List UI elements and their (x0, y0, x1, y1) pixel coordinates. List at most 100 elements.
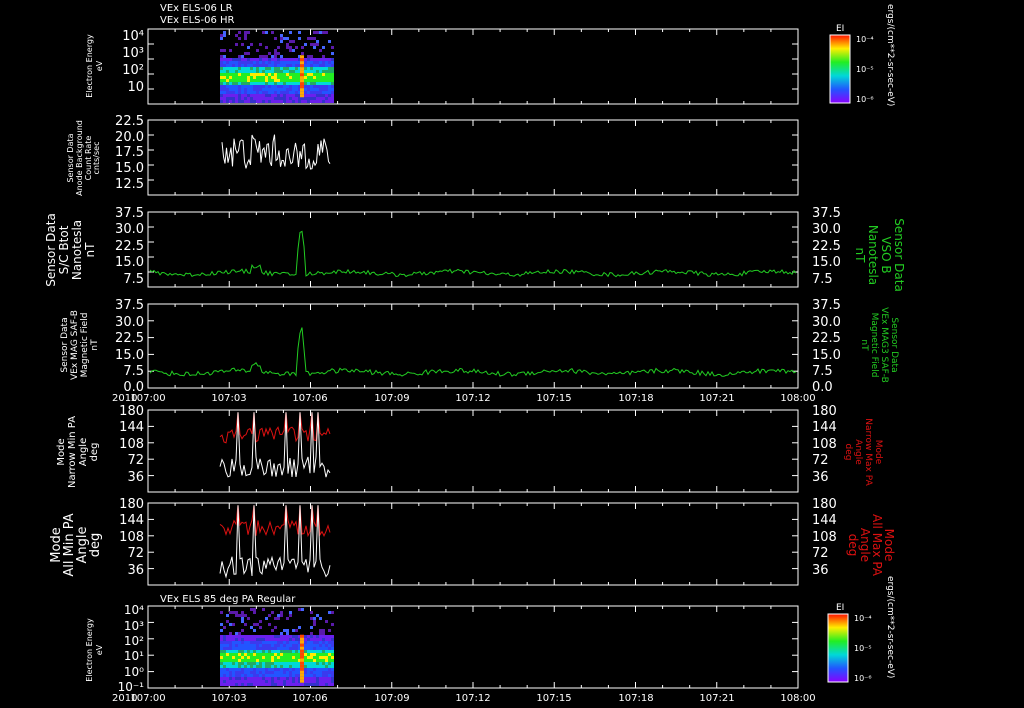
spectrogram-cell (220, 61, 223, 64)
spectrogram-cell (241, 614, 244, 617)
spectrogram-cell (280, 76, 283, 79)
spectrogram-cell (265, 82, 268, 85)
ylabel-line: Mode (873, 440, 883, 465)
spectrogram-cell (235, 64, 238, 67)
ylabel-line: Nanotesla (70, 220, 84, 280)
spectrogram-cell (253, 611, 256, 614)
panel-5-yaxis-right: 180 144 108 72 36 (812, 404, 837, 485)
spectrogram-cell (292, 641, 295, 644)
spectrogram-cell (244, 82, 247, 85)
spectrogram-cell (295, 76, 298, 79)
spectrogram-cell (244, 680, 247, 683)
spectrogram-cell (319, 674, 322, 677)
spectrogram-cell (277, 680, 280, 683)
spectrogram-cell (247, 82, 250, 85)
spectrogram-cell (307, 64, 310, 67)
spectrogram-cell (328, 665, 331, 668)
spectrogram-cell (256, 656, 259, 659)
spectrogram-cell (238, 644, 241, 647)
colorbar-tick: 10⁻⁴ (856, 35, 874, 44)
spectrogram-cell (310, 76, 313, 79)
spectrogram-cell (271, 91, 274, 94)
colorbar-tick: 10⁻⁵ (854, 644, 872, 653)
spectrogram-cell (220, 55, 223, 58)
spectrogram-cell (256, 73, 259, 76)
spectrogram-cell (256, 644, 259, 647)
spectrogram-cell (301, 97, 304, 100)
spectrogram-cell (247, 665, 250, 668)
panel-6-ylabel-right: Mode All Max PA Angle deg (846, 514, 896, 577)
spectrogram-cell (271, 680, 274, 683)
spectrogram-cell (253, 680, 256, 683)
spectrogram-cell (238, 650, 241, 653)
spectrogram-cell (286, 641, 289, 644)
spectrogram-cell (328, 653, 331, 656)
spectrogram-cell (313, 91, 316, 94)
spectrogram-cell (328, 644, 331, 647)
ylabel-line: nT (83, 242, 97, 258)
spectrogram-cell (265, 55, 268, 58)
spectrogram-cell (271, 64, 274, 67)
magnetic-field-trace (149, 230, 797, 278)
spectrogram-cell (271, 635, 274, 638)
spectrogram-cell (286, 668, 289, 671)
time-axis-top: 2010 107:00 107:03 107:06 107:09 107:12 … (112, 393, 816, 404)
spectrogram-cell (241, 91, 244, 94)
spectrogram-cell (256, 70, 259, 73)
spectrogram-cell (271, 67, 274, 70)
spectrogram-cell (310, 70, 313, 73)
spectrogram-cell (316, 674, 319, 677)
spectrogram-cell (307, 100, 310, 103)
panel-5-ylabel: Mode Narrow Min PA Angle deg (56, 416, 100, 488)
spectrogram-cell (283, 79, 286, 82)
spectrogram-cell (301, 46, 304, 49)
spectrogram-cell (268, 635, 271, 638)
y-tick: 72 (812, 546, 829, 561)
spectrogram-cell (292, 629, 295, 632)
spectrogram-cell (316, 73, 319, 76)
spectrogram-cell (250, 662, 253, 665)
panel-2-frame (147, 119, 799, 196)
spectrogram-cell (295, 659, 298, 662)
spectrogram-cell (277, 85, 280, 88)
spectrogram-cell (286, 638, 289, 641)
spectrogram-cell (289, 659, 292, 662)
spectrogram-cell (223, 626, 226, 629)
spectrogram-cell (259, 73, 262, 76)
spectrogram-cell (292, 677, 295, 680)
spectrogram-cell (277, 82, 280, 85)
spectrogram-cell (289, 680, 292, 683)
spectrogram-cell (220, 683, 223, 686)
spectrogram-cell (268, 644, 271, 647)
spectrogram-cell (316, 67, 319, 70)
spectrogram-cell (322, 94, 325, 97)
spectrogram-cell (220, 653, 223, 656)
spectrogram-cell (223, 644, 226, 647)
spectrogram-cell (280, 677, 283, 680)
spectrogram-cell (286, 88, 289, 91)
spectrogram-cell (292, 94, 295, 97)
spectrogram-cell (232, 644, 235, 647)
spectrogram-cell (259, 683, 262, 686)
spectrogram-cell (250, 644, 253, 647)
y-tick: 7.5 (123, 272, 144, 287)
spectrogram-cell (286, 650, 289, 653)
spectrogram-cell (325, 653, 328, 656)
spectrogram-cell (313, 88, 316, 91)
spectrogram-cell (235, 43, 238, 46)
spectrogram-cell (238, 659, 241, 662)
spectrogram-cell (256, 647, 259, 650)
spectrogram-cell (235, 641, 238, 644)
spectrogram-cell (289, 638, 292, 641)
colorbar-units-top: ergs/(cm**2-sr-sec-eV) (885, 4, 895, 106)
spectrogram-cell (235, 650, 238, 653)
spectrogram-cell (244, 70, 247, 73)
spectrogram-cell (226, 79, 229, 82)
spectrogram-cell (280, 73, 283, 76)
spectrogram-cell (268, 677, 271, 680)
spectrogram-cell (226, 665, 229, 668)
spectrogram-cell (262, 97, 265, 100)
spectrogram-cell (277, 617, 280, 620)
spectrogram-cell (271, 674, 274, 677)
spectrogram-cell (292, 653, 295, 656)
